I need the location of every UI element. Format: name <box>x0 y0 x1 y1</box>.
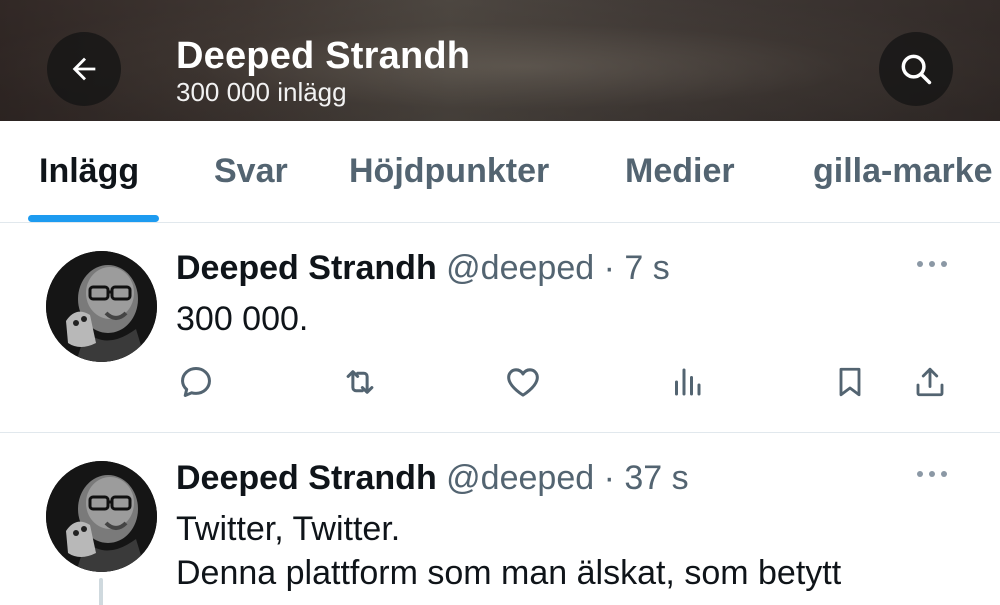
share-icon <box>916 367 944 397</box>
tweet-text-line: 300 000. <box>176 300 309 338</box>
views-icon <box>675 368 701 396</box>
retweet-icon <box>346 370 374 394</box>
profile-name: Deeped Strandh <box>176 35 471 77</box>
author-handle[interactable]: @deeped <box>446 459 594 497</box>
bookmark-icon <box>839 367 861 397</box>
tab-likes[interactable]: gilla-marke <box>813 151 993 191</box>
more-options-icon[interactable] <box>912 254 952 274</box>
tab-media[interactable]: Medier <box>625 151 735 191</box>
search-icon <box>901 54 932 85</box>
tab-highlights[interactable]: Höjdpunkter <box>349 151 549 191</box>
like-button[interactable] <box>503 362 543 402</box>
tab-replies[interactable]: Svar <box>214 151 288 191</box>
author-name[interactable]: Deeped Strandh <box>176 459 437 497</box>
like-icon <box>507 368 539 397</box>
author-handle[interactable]: @deeped <box>446 249 594 287</box>
tweet-header: Deeped Strandh @deeped · 37 s <box>176 458 689 498</box>
back-button[interactable] <box>47 32 121 106</box>
retweet-button[interactable] <box>340 362 380 402</box>
tweet-text-line: Twitter, Twitter. <box>176 510 401 548</box>
tweet[interactable]: Deeped Strandh @deeped · 37 s Twitter, T… <box>0 434 1000 605</box>
separator-dot: · <box>603 249 615 287</box>
more-options-icon[interactable] <box>912 464 952 484</box>
active-tab-indicator <box>28 215 159 222</box>
separator-dot: · <box>603 459 615 497</box>
tweet-actions <box>0 362 1000 402</box>
search-button[interactable] <box>879 32 953 106</box>
avatar-image <box>46 251 157 362</box>
tweet-timestamp[interactable]: 7 s <box>624 249 669 287</box>
arrow-left-icon <box>72 57 96 81</box>
tweet-text: Twitter, Twitter. Denna plattform som ma… <box>176 507 841 595</box>
tweet-timestamp[interactable]: 37 s <box>624 459 688 497</box>
views-button[interactable] <box>667 362 707 402</box>
avatar[interactable] <box>46 461 157 572</box>
reply-icon <box>181 367 211 397</box>
reply-button[interactable] <box>176 362 216 402</box>
header-title-group: Deeped Strandh 300 000 inlägg <box>176 34 470 107</box>
bookmark-button[interactable] <box>830 362 870 402</box>
author-name[interactable]: Deeped Strandh <box>176 249 437 287</box>
tweet-text: 300 000. <box>176 297 308 341</box>
tweet[interactable]: Deeped Strandh @deeped · 7 s 300 000. <box>0 224 1000 433</box>
post-count: 300 000 inlägg <box>176 77 347 107</box>
profile-header: Deeped Strandh 300 000 inlägg <box>0 0 1000 121</box>
avatar[interactable] <box>46 251 157 362</box>
tweet-text-line: Denna plattform som man älskat, som bety… <box>176 554 842 592</box>
profile-tabs: Inlägg Svar Höjdpunkter Medier gilla-mar… <box>0 121 1000 223</box>
tweet-header: Deeped Strandh @deeped · 7 s <box>176 248 670 288</box>
share-button[interactable] <box>910 362 950 402</box>
tab-posts[interactable]: Inlägg <box>39 151 139 191</box>
thread-connector-line <box>99 578 103 605</box>
avatar-image <box>46 461 157 572</box>
